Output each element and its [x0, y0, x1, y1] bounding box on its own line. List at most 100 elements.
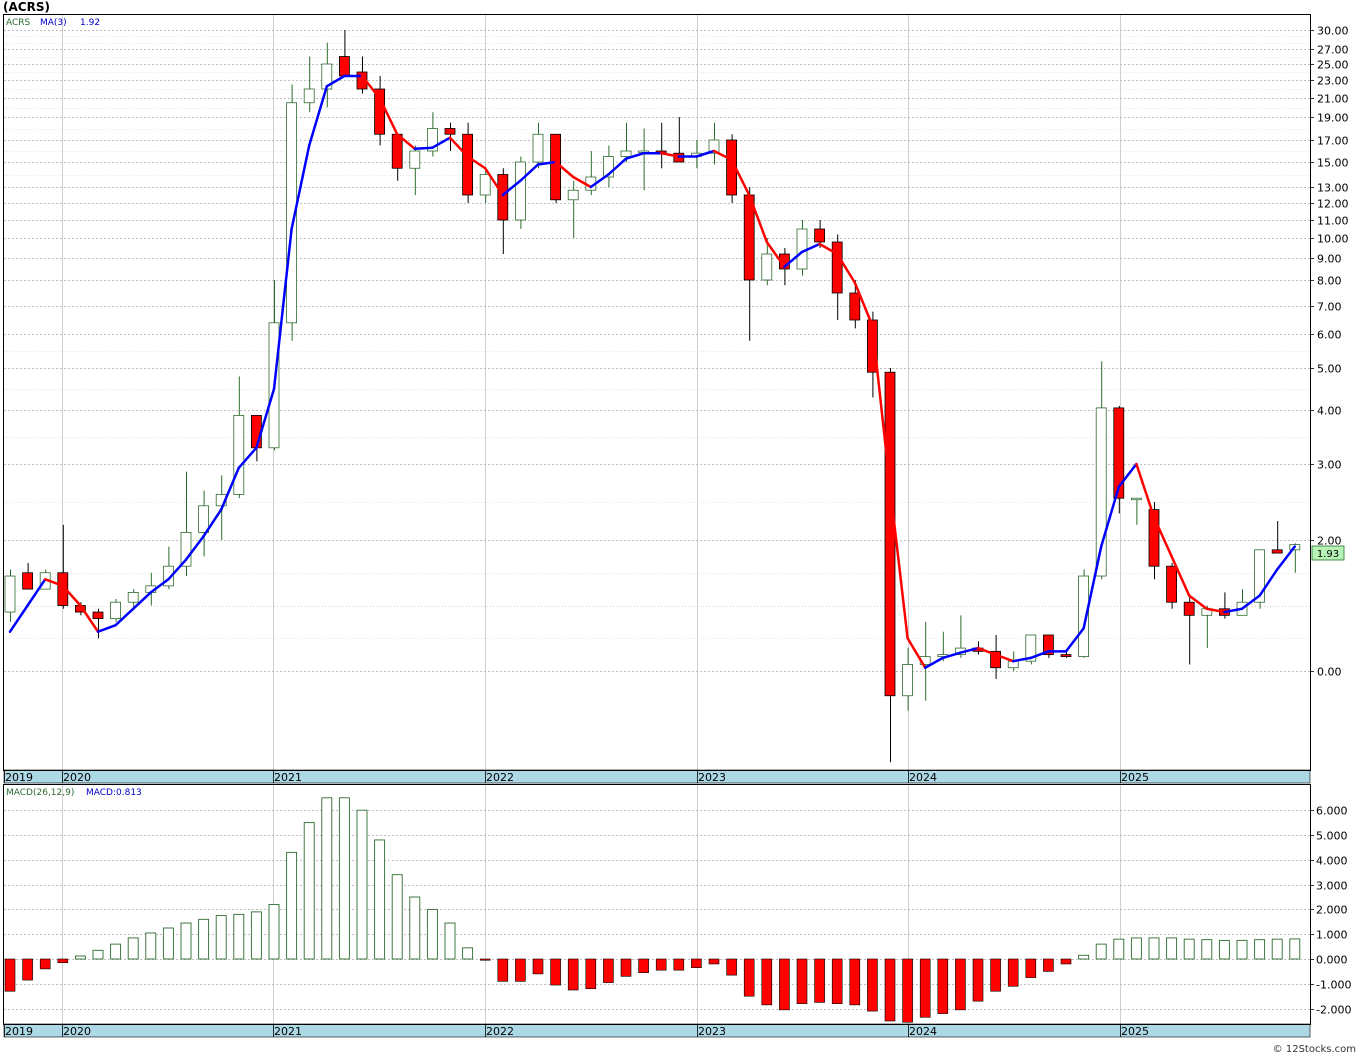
price-x-label-1: 2020 — [63, 771, 91, 784]
chart-canvas: 30.00 27.00 25.00 23.00 21.00 19.00 17.00 15.00… — [3, 0, 1356, 1055]
macd-bar-39 — [691, 958, 702, 968]
candle-body-48 — [849, 292, 861, 321]
candle-body-6 — [110, 601, 121, 619]
macd-bar-52 — [919, 958, 931, 1018]
macd-bar-42 — [743, 958, 755, 997]
macd-bar-7 — [127, 937, 139, 960]
price-y-tick-label-4: 21.00 — [1317, 93, 1349, 106]
macd-bar-9 — [162, 927, 174, 960]
macd-bar-43 — [761, 958, 773, 1006]
macd-x-label-1: 2020 — [63, 1025, 91, 1038]
price-y-axis: 30.00 27.00 25.00 23.00 21.00 19.00 17.00 15.00… — [1310, 25, 1349, 679]
macd-grid — [4, 785, 1310, 1024]
ma-segment-64 — [1135, 462, 1156, 519]
macd-x-label-0: 2019 — [5, 1025, 33, 1038]
macd-bar-55 — [972, 958, 984, 1002]
macd-bar-46 — [814, 958, 825, 1003]
candle-body-30 — [532, 133, 544, 163]
macd-bar-62 — [1095, 943, 1107, 960]
price-y-tick-label-1: 27.00 — [1317, 44, 1349, 57]
candle-body-35 — [620, 150, 632, 157]
candle-body-21 — [374, 88, 386, 135]
macd-bar-16 — [286, 851, 298, 960]
macd-bar-71 — [1254, 939, 1266, 960]
candle-body-51 — [902, 664, 913, 697]
candle-body-72 — [1271, 549, 1283, 554]
price-y-tick-label-18: 3.00 — [1317, 459, 1342, 472]
macd-bar-56 — [990, 958, 1001, 992]
price-y-tick-label-12: 9.00 — [1317, 253, 1342, 266]
macd-bar-6 — [110, 943, 122, 960]
macd-bar-21 — [374, 839, 386, 960]
price-y-tick-label-20: 0.00 — [1317, 666, 1342, 679]
legend-macd-label: MACD(26,12,9) — [6, 788, 74, 798]
watermark: © 12Stocks.com — [1273, 1044, 1356, 1055]
macd-bar-45 — [796, 958, 808, 1004]
macd-bar-32 — [567, 958, 579, 991]
candle-body-60 — [1060, 654, 1072, 657]
macd-bar-29 — [515, 958, 526, 982]
candle-body-67 — [1183, 601, 1195, 616]
candle-body-23 — [409, 150, 421, 169]
macd-bar-70 — [1236, 939, 1248, 960]
macd-bar-68 — [1201, 939, 1213, 960]
ma-segment-51 — [906, 637, 927, 669]
candle-body-7 — [127, 592, 139, 603]
macd-bars — [4, 797, 1301, 1023]
price-y-tick-label-6: 17.00 — [1317, 135, 1349, 148]
macd-bar-14 — [250, 911, 262, 960]
macd-y-axis: 6.000 5.000 4.000 3.000 2.000 1.000 0.000 -1.00… — [1310, 805, 1351, 1017]
macd-y-tick-label-8: -2.000 — [1316, 1004, 1351, 1017]
macd-bar-22 — [391, 874, 403, 960]
macd-bar-11 — [198, 918, 210, 960]
macd-bar-49 — [867, 958, 878, 1012]
macd-panel-frame — [3, 784, 1311, 1025]
macd-bar-26 — [462, 947, 474, 960]
price-x-axis: 2019 2020 2021 2022 2023 2024 2025 — [3, 769, 1311, 784]
macd-y-tick-label-2: 4.000 — [1316, 855, 1348, 868]
macd-bar-31 — [550, 958, 561, 986]
macd-bar-8 — [145, 932, 157, 960]
price-grid — [4, 15, 1310, 770]
candle-body-31 — [550, 133, 561, 201]
macd-x-label-5: 2024 — [909, 1025, 937, 1038]
candle-body-17 — [303, 88, 315, 104]
macd-x-label-3: 2022 — [486, 1025, 514, 1038]
ma-segment-5 — [96, 623, 117, 633]
macd-bar-10 — [180, 922, 192, 960]
macd-x-axis: 2019 2020 2021 2022 2023 2024 2025 — [3, 1023, 1311, 1038]
macd-x-label-4: 2023 — [698, 1025, 726, 1038]
macd-bar-0 — [4, 958, 16, 992]
price-y-tick-label-13: 8.00 — [1317, 275, 1342, 288]
macd-bar-28 — [497, 958, 509, 982]
macd-bar-63 — [1113, 938, 1125, 960]
macd-bar-50 — [884, 958, 896, 1022]
macd-bar-64 — [1130, 937, 1142, 960]
macd-bar-13 — [233, 913, 245, 960]
price-x-label-4: 2023 — [698, 771, 726, 784]
macd-bar-35 — [620, 958, 632, 977]
price-y-tick-label-11: 10.00 — [1317, 233, 1349, 246]
price-x-label-2: 2021 — [274, 771, 302, 784]
macd-bar-25 — [444, 922, 456, 960]
macd-bar-30 — [532, 958, 544, 975]
macd-bar-4 — [74, 955, 86, 960]
price-y-tick-label-10: 11.00 — [1317, 215, 1349, 228]
candle-body-50 — [884, 371, 896, 697]
price-y-tick-label-15: 6.00 — [1317, 329, 1342, 342]
macd-bar-40 — [708, 958, 720, 965]
macd-y-tick-label-7: -1.000 — [1316, 979, 1351, 992]
macd-bar-34 — [603, 958, 614, 983]
price-y-tick-label-2: 25.00 — [1317, 59, 1349, 72]
price-y-tick-label-5: 19.00 — [1317, 112, 1349, 125]
candle-body-66 — [1166, 565, 1177, 603]
price-y-tick-label-19: 2.00 — [1317, 535, 1342, 548]
macd-bar-73 — [1289, 938, 1301, 960]
macd-y-tick-label-4: 2.000 — [1316, 904, 1348, 917]
macd-bar-54 — [955, 958, 966, 1011]
candle-body-46 — [814, 228, 825, 243]
macd-bar-3 — [57, 958, 69, 964]
legend-ma-value: 1.92 — [80, 18, 100, 28]
macd-bar-33 — [585, 958, 597, 990]
macd-bar-37 — [655, 958, 667, 971]
